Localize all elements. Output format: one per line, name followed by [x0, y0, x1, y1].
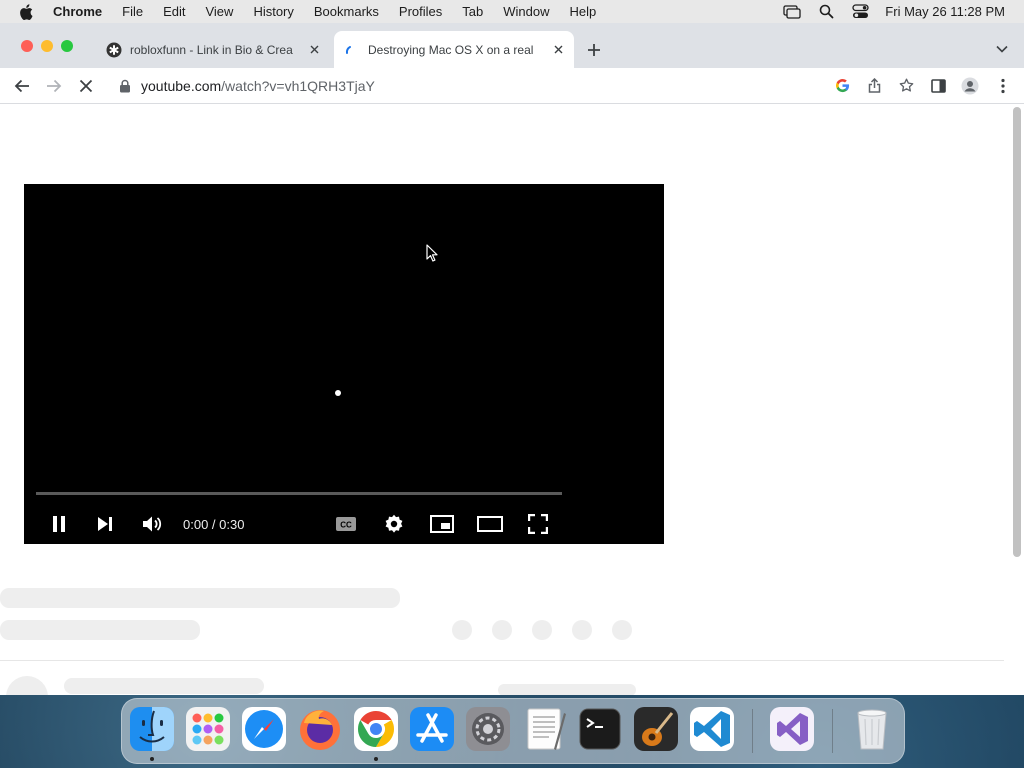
chevron-down-icon[interactable]	[994, 41, 1010, 57]
youtube-page: 0:00 / 0:30 CC	[0, 104, 1024, 695]
menu-file[interactable]: File	[122, 4, 143, 19]
url-path: /watch?v=vh1QRH3TjaY	[221, 77, 375, 94]
running-indicator	[150, 757, 154, 761]
more-options-icon[interactable]	[993, 76, 1013, 96]
apple-menu-icon[interactable]	[19, 3, 33, 20]
google-lens-icon[interactable]	[833, 77, 851, 95]
fullscreen-icon[interactable]	[524, 510, 552, 538]
menu-edit[interactable]: Edit	[163, 4, 185, 19]
menu-help[interactable]: Help	[570, 4, 597, 19]
theater-mode-icon[interactable]	[476, 510, 504, 538]
screen-mirroring-icon[interactable]	[783, 4, 801, 20]
skeleton-channel-line	[0, 620, 200, 640]
terminal-icon[interactable]	[576, 705, 624, 753]
textedit-icon[interactable]	[520, 705, 568, 753]
video-progress-bar[interactable]	[36, 492, 562, 495]
skeleton-action-button	[572, 620, 592, 640]
player-controls: 0:00 / 0:30 CC	[24, 506, 664, 542]
stop-loading-icon[interactable]	[76, 76, 96, 96]
menu-bar: Chrome File Edit View History Bookmarks …	[0, 0, 1024, 23]
dock-separator	[752, 709, 753, 753]
firefox-icon[interactable]	[296, 705, 344, 753]
video-player[interactable]: 0:00 / 0:30 CC	[24, 184, 664, 544]
tab-strip: robloxfunn - Link in Bio & Crea Destroyi…	[0, 23, 1024, 68]
visual-studio-code-icon[interactable]	[688, 705, 736, 753]
content-divider	[0, 660, 1004, 661]
google-chrome-icon[interactable]	[352, 705, 400, 753]
window-close-button[interactable]	[21, 40, 33, 52]
garageband-icon[interactable]	[632, 705, 680, 753]
linktree-icon	[106, 42, 122, 57]
scrollbar-thumb[interactable]	[1013, 107, 1021, 557]
address-bar[interactable]: youtube.com/watch?v=vh1QRH3TjaY	[107, 71, 919, 100]
pause-icon[interactable]	[45, 510, 73, 538]
skeleton-action-button	[612, 620, 632, 640]
profile-avatar-icon[interactable]	[960, 76, 980, 96]
window-minimize-button[interactable]	[41, 40, 53, 52]
skeleton-action-button	[492, 620, 512, 640]
dock-separator	[832, 709, 833, 753]
menu-bookmarks[interactable]: Bookmarks	[314, 4, 379, 19]
menu-window[interactable]: Window	[503, 4, 549, 19]
skeleton-action-button	[532, 620, 552, 640]
url-host: youtube.com	[141, 77, 222, 94]
video-time-display: 0:00 / 0:30	[183, 517, 245, 532]
browser-window: robloxfunn - Link in Bio & Crea Destroyi…	[0, 23, 1024, 695]
menubar-clock[interactable]: Fri May 26 11:28 PM	[885, 4, 1005, 19]
window-zoom-button[interactable]	[61, 40, 73, 52]
browser-toolbar: youtube.com/watch?v=vh1QRH3TjaY	[0, 68, 1024, 104]
closed-captions-icon[interactable]: CC	[332, 510, 360, 538]
menu-profiles[interactable]: Profiles	[399, 4, 442, 19]
close-tab-icon[interactable]	[306, 42, 322, 58]
control-center-icon[interactable]	[851, 4, 869, 20]
running-indicator	[374, 757, 378, 761]
menu-history[interactable]: History	[253, 4, 293, 19]
miniplayer-icon[interactable]	[428, 510, 456, 538]
url-text[interactable]: youtube.com/watch?v=vh1QRH3TjaY	[141, 78, 375, 94]
lock-icon[interactable]	[119, 79, 131, 93]
skeleton-comment-line	[64, 678, 264, 694]
menu-app-name[interactable]: Chrome	[53, 4, 102, 19]
spotlight-search-icon[interactable]	[817, 4, 835, 20]
skeleton-avatar	[6, 676, 48, 695]
tab-title: robloxfunn - Link in Bio & Crea	[130, 42, 293, 57]
settings-gear-icon[interactable]	[380, 510, 408, 538]
loading-spinner	[335, 390, 341, 396]
share-icon[interactable]	[865, 77, 883, 95]
trash-icon[interactable]	[848, 705, 896, 753]
new-tab-icon[interactable]	[585, 41, 603, 59]
system-preferences-icon[interactable]	[464, 705, 512, 753]
tab-destroying-mac-os-x[interactable]: Destroying Mac OS X on a real	[334, 31, 574, 68]
side-panel-icon[interactable]	[928, 76, 948, 96]
app-store-icon[interactable]	[408, 705, 456, 753]
volume-icon[interactable]	[138, 510, 166, 538]
tab-robloxfunn[interactable]: robloxfunn - Link in Bio & Crea	[96, 31, 330, 68]
tab-title: Destroying Mac OS X on a real	[368, 42, 534, 57]
loading-spinner-icon	[345, 45, 351, 54]
bookmark-star-icon[interactable]	[897, 77, 915, 95]
safari-icon[interactable]	[240, 705, 288, 753]
mouse-cursor-icon	[426, 244, 438, 262]
visual-studio-icon[interactable]	[768, 705, 816, 753]
menu-tab[interactable]: Tab	[462, 4, 483, 19]
skeleton-action-button	[452, 620, 472, 640]
menu-view[interactable]: View	[205, 4, 233, 19]
skeleton-title-line	[0, 588, 400, 608]
launchpad-icon[interactable]	[184, 705, 232, 753]
page-scrollbar[interactable]	[1006, 104, 1024, 695]
next-video-icon[interactable]	[91, 510, 119, 538]
close-tab-icon[interactable]	[550, 42, 566, 58]
skeleton-comment-line	[498, 684, 636, 695]
dock	[121, 698, 905, 764]
finder-icon[interactable]	[128, 705, 176, 753]
svg-text:CC: CC	[340, 521, 352, 530]
back-arrow-icon[interactable]	[12, 76, 32, 96]
forward-arrow-icon[interactable]	[44, 76, 64, 96]
